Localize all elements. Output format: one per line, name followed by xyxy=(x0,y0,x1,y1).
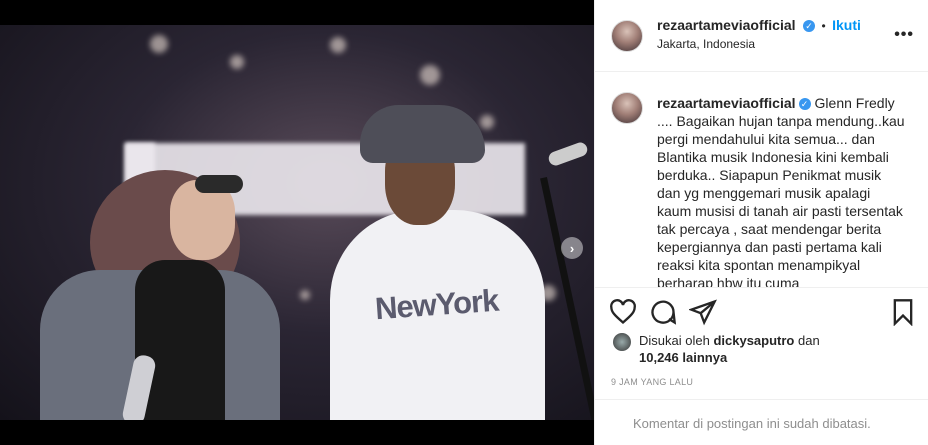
verified-badge-icon: ✓ xyxy=(798,98,811,111)
bokeh-light xyxy=(150,35,168,53)
bokeh-light xyxy=(230,55,244,69)
follow-button[interactable]: Ikuti xyxy=(832,17,861,33)
woman-sunglasses xyxy=(195,175,243,193)
liker-avatar[interactable] xyxy=(613,333,631,351)
heart-icon[interactable] xyxy=(609,298,637,326)
man-cap xyxy=(360,105,485,163)
comments-area: rezaartameviaofficial ✓ Glenn Fredly .... … xyxy=(595,72,928,287)
likes-summary: Disukai oleh dickysaputro dan 10,246 lai… xyxy=(639,332,820,366)
caption-avatar[interactable] xyxy=(611,92,643,124)
chevron-right-icon: › xyxy=(569,240,575,256)
post-location[interactable]: Jakarta, Indonesia xyxy=(657,37,755,51)
post-header: rezaartameviaofficial ✓ • Ikuti Jakarta,… xyxy=(595,0,928,72)
bokeh-light xyxy=(300,290,310,300)
likes-count[interactable]: 10,246 xyxy=(639,350,679,365)
bokeh-light xyxy=(330,37,346,53)
likes-suffix: dan xyxy=(798,333,820,348)
likes-prefix: Disukai oleh xyxy=(639,333,710,348)
caption-username[interactable]: rezaartameviaofficial xyxy=(657,95,796,111)
liker-username[interactable]: dickysaputro xyxy=(713,333,794,348)
bokeh-light xyxy=(480,115,494,129)
author-username[interactable]: rezaartameviaofficial xyxy=(657,17,796,33)
separator-dot: • xyxy=(821,19,826,33)
share-icon[interactable] xyxy=(689,298,717,326)
bokeh-light xyxy=(420,65,440,85)
microphone xyxy=(546,140,590,168)
verified-badge-icon: ✓ xyxy=(802,19,815,32)
post-actions: Disukai oleh dickysaputro dan 10,246 lai… xyxy=(595,287,928,375)
comment-footer: Komentar di postingan ini sudah dibatasi… xyxy=(595,399,928,445)
next-slide-button[interactable]: › xyxy=(561,237,583,259)
caption-mention[interactable]: Glenn Fredly xyxy=(815,95,895,111)
post-sidebar: rezaartameviaofficial ✓ • Ikuti Jakarta,… xyxy=(594,0,928,445)
likes-count-label[interactable]: lainnya xyxy=(682,350,727,365)
post-caption: rezaartameviaofficial ✓ Glenn Fredly .... … xyxy=(657,94,907,287)
comment-icon[interactable] xyxy=(649,298,677,326)
caption-text: .... Bagaikan hujan tanpa mendung..kau p… xyxy=(657,113,905,287)
more-options-icon[interactable]: ••• xyxy=(894,26,914,44)
bookmark-icon[interactable] xyxy=(889,298,917,326)
post-timestamp[interactable]: 9 JAM YANG LALU xyxy=(611,377,693,387)
post-modal: NewYork › rezaartameviaofficial ✓ • Ikut… xyxy=(0,0,928,445)
post-photo[interactable]: NewYork › xyxy=(0,25,594,420)
comments-disabled-notice: Komentar di postingan ini sudah dibatasi… xyxy=(633,416,871,431)
author-avatar[interactable] xyxy=(611,20,643,52)
